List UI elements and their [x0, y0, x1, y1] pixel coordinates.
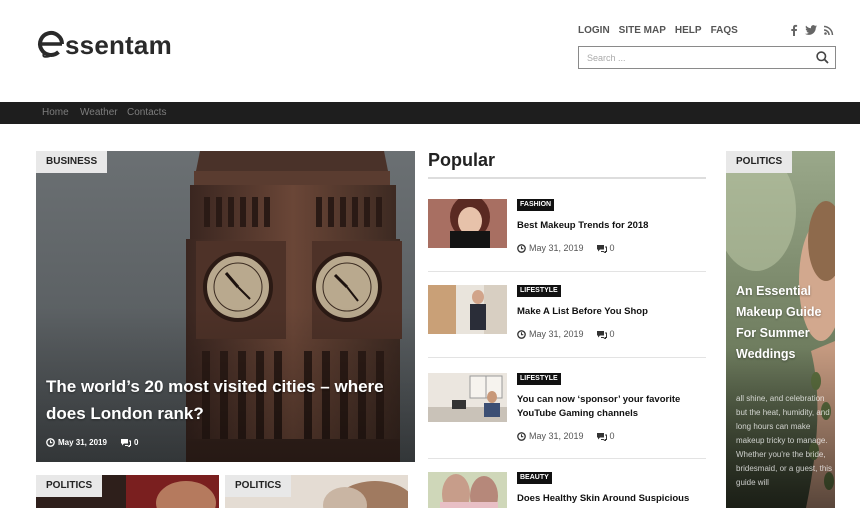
popular-item-3-image — [428, 373, 507, 422]
twitter-icon[interactable] — [805, 24, 817, 36]
popular-item[interactable]: BEAUTY Does Healthy Skin Around Suspicio… — [428, 472, 706, 508]
popular-item-2-title[interactable]: Make A List Before You Shop — [517, 305, 707, 319]
rss-icon[interactable] — [824, 25, 834, 35]
clock-icon — [517, 431, 526, 441]
bottom-card-1[interactable]: POLITICS — [36, 475, 219, 508]
popular-item-3-title[interactable]: You can now ‘sponsor’ your favorite YouT… — [517, 393, 707, 421]
facebook-icon[interactable] — [790, 24, 798, 36]
popular-item-3-category[interactable]: LIFESTYLE — [517, 373, 561, 385]
popular-item-2-meta: May 31, 2019 0 — [517, 329, 627, 339]
help-link[interactable]: HELP — [675, 25, 702, 36]
popular-heading: Popular — [428, 150, 496, 170]
login-link[interactable]: LOGIN — [578, 25, 610, 36]
popular-item-2-comments[interactable]: 0 — [610, 329, 615, 339]
clock-icon — [517, 329, 526, 339]
popular-item-4-category[interactable]: BEAUTY — [517, 472, 552, 484]
popular-item[interactable]: LIFESTYLE You can now ‘sponsor’ your fav… — [428, 373, 706, 445]
popular-item[interactable]: LIFESTYLE Make A List Before You Shop Ma… — [428, 285, 706, 345]
popular-item-1-category[interactable]: FASHION — [517, 199, 555, 211]
popular-item-4-title[interactable]: Does Healthy Skin Around Suspicious — [517, 492, 706, 506]
popular-item-1-meta: May 31, 2019 0 — [517, 243, 627, 253]
popular-item-1-thumb[interactable] — [428, 199, 507, 248]
nav-item-weather[interactable]: Weather — [80, 107, 118, 118]
popular-item-1-title[interactable]: Best Makeup Trends for 2018 — [517, 219, 707, 233]
comment-icon — [596, 330, 607, 339]
logo-e-icon — [38, 30, 65, 58]
popular-item-4-thumb[interactable] — [428, 472, 507, 508]
popular-divider — [428, 177, 706, 179]
popular-separator — [428, 357, 706, 358]
site-map-link[interactable]: SITE MAP — [619, 25, 666, 36]
bottom-card-1-category[interactable]: POLITICS — [36, 475, 103, 497]
faqs-link[interactable]: FAQS — [711, 25, 738, 36]
clock-icon — [46, 438, 55, 447]
popular-separator — [428, 458, 706, 459]
popular-item-1-comments[interactable]: 0 — [610, 243, 615, 253]
side-article-excerpt: all shine, and celebration but the heat,… — [736, 394, 833, 487]
popular-item-3-date: May 31, 2019 — [529, 431, 584, 441]
logo-text: ssentam — [65, 29, 172, 60]
featured-comments[interactable]: 0 — [134, 438, 138, 447]
featured-article[interactable]: BUSINESS The world’s 20 most visited cit… — [36, 151, 415, 462]
popular-item-2-thumb[interactable] — [428, 285, 507, 334]
bottom-card-2-category[interactable]: POLITICS — [225, 475, 292, 497]
nav-item-contacts[interactable]: Contacts — [127, 107, 166, 118]
bottom-card-2[interactable]: POLITICS — [225, 475, 408, 508]
popular-item-2-category[interactable]: LIFESTYLE — [517, 285, 561, 297]
side-article-title[interactable]: An Essential Makeup Guide For Summer Wed… — [736, 281, 832, 365]
site-header: ssentam LOGIN SITE MAP HELP FAQS — [0, 0, 860, 102]
featured-meta: May 31, 2019 0 — [46, 438, 151, 447]
comment-icon — [596, 432, 607, 441]
featured-category-badge[interactable]: BUSINESS — [36, 151, 108, 173]
popular-item-3-comments[interactable]: 0 — [610, 431, 615, 441]
clock-icon — [517, 243, 526, 253]
popular-item-1-image — [428, 199, 507, 248]
popular-item[interactable]: FASHION Best Makeup Trends for 2018 May … — [428, 199, 706, 259]
search-input[interactable] — [579, 47, 799, 68]
search-box — [578, 46, 836, 69]
popular-item-3-meta: May 31, 2019 0 — [517, 431, 627, 441]
popular-item-2-image — [428, 285, 507, 334]
site-logo[interactable]: ssentam — [36, 26, 172, 62]
comment-icon — [596, 244, 607, 253]
featured-date: May 31, 2019 — [58, 438, 107, 447]
featured-title[interactable]: The world’s 20 most visited cities – whe… — [46, 373, 411, 427]
popular-item-4-image — [428, 472, 507, 508]
popular-separator — [428, 271, 706, 272]
top-links: LOGIN SITE MAP HELP FAQS — [578, 25, 747, 36]
comment-icon — [120, 439, 131, 447]
search-icon[interactable] — [816, 51, 829, 64]
side-article-card[interactable]: POLITICS An Essential Makeup Guide For S… — [726, 151, 835, 508]
popular-item-2-date: May 31, 2019 — [529, 329, 584, 339]
nav-item-home[interactable]: Home — [42, 107, 69, 118]
social-links — [790, 24, 834, 36]
main-nav: Home Weather Contacts — [0, 102, 860, 124]
popular-item-1-date: May 31, 2019 — [529, 243, 584, 253]
popular-item-3-thumb[interactable] — [428, 373, 507, 422]
side-article-category[interactable]: POLITICS — [726, 151, 793, 173]
